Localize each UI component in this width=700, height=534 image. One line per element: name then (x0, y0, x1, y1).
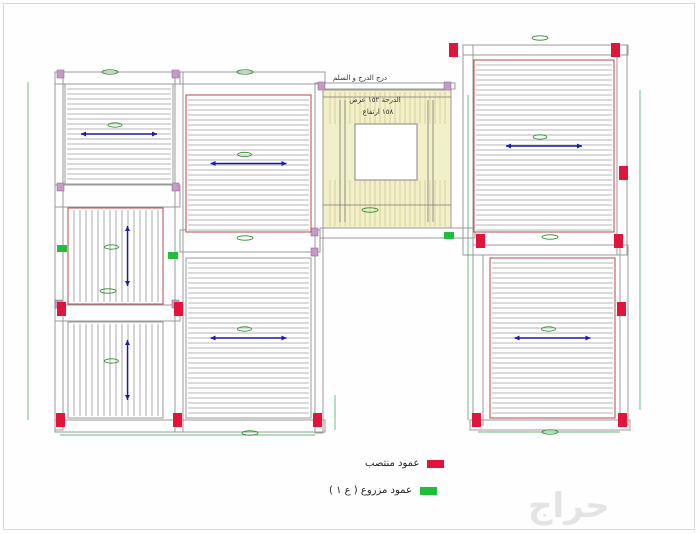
column-fixed (614, 234, 623, 248)
legend-swatch-green (419, 486, 437, 495)
beam-end (443, 81, 452, 91)
column-fixed (618, 413, 627, 427)
beam-end (56, 182, 65, 192)
column-planted (57, 245, 67, 252)
beam-end (171, 69, 180, 79)
wall-beam (54, 184, 181, 208)
legend-item-fixed-column: عمود منتصب (365, 458, 445, 469)
column-fixed (617, 302, 626, 316)
column-fixed (619, 166, 628, 180)
column-fixed (57, 302, 66, 316)
floor-slab-plan: درج الدرج و السلم الدرجة ١٥٢ عرض ١٥٨ ارت… (27, 35, 641, 436)
legend-label: عمود مزروع ( ع ١ ) (329, 485, 412, 496)
dimension-tag (541, 234, 559, 240)
column-planted (444, 232, 454, 239)
dimension-tag (241, 430, 259, 436)
legend-swatch-red (427, 459, 445, 468)
column-planted (168, 252, 178, 259)
legend-item-planted-column: عمود مزروع ( ع ١ ) (329, 485, 437, 496)
wall-beam (54, 71, 181, 85)
column-fixed (449, 43, 458, 57)
column-fixed (611, 43, 620, 57)
wall-beam (469, 419, 631, 431)
watermark-logo: حراج (528, 486, 610, 526)
wall-beam (54, 304, 181, 322)
wall-beam (619, 244, 629, 426)
drawing-sheet: درج الدرج و السلم الدرجة ١٥٢ عرض ١٥٨ ارت… (0, 0, 700, 534)
wall-beam (616, 44, 628, 256)
stair-void (354, 123, 418, 181)
beam-end (317, 81, 326, 91)
legend-label: عمود منتصب (365, 458, 420, 469)
column-fixed (472, 413, 481, 427)
wall-beam (314, 82, 324, 434)
wall-beam (179, 229, 321, 253)
wall-beam (319, 82, 456, 90)
column-fixed (313, 413, 322, 427)
slab-panel (67, 321, 164, 419)
stair-label-width: الدرجة ١٥٢ عرض (349, 96, 401, 104)
wall-beam (472, 254, 484, 426)
column-fixed (173, 413, 182, 427)
dimension-tag (531, 35, 549, 41)
beam-end (310, 227, 319, 237)
wall-beam (54, 419, 326, 433)
dimension-tag (236, 235, 254, 241)
stair-label-height: ١٥٨ ارتفاع (363, 108, 394, 116)
column-fixed (56, 413, 65, 427)
wall-beam (472, 244, 629, 256)
stair-label-top: درج الدرج و السلم (333, 74, 387, 82)
beam-end (310, 247, 319, 257)
beam-end (56, 69, 65, 79)
column-fixed (476, 234, 485, 248)
wall-beam (462, 44, 629, 56)
column-fixed (174, 302, 183, 316)
